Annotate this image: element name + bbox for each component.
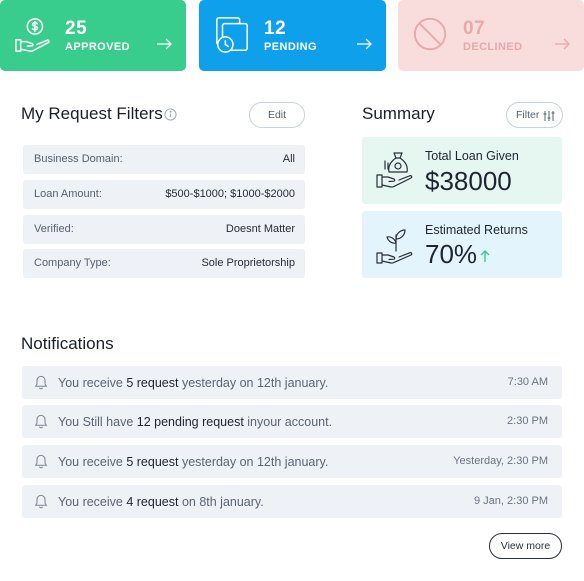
filter-button[interactable]: Filter [506,102,563,128]
notification-time: 2:30 PM [507,415,548,427]
view-more-button[interactable]: View more [489,533,562,559]
edit-button[interactable]: Edit [249,102,305,128]
total-loan-value: $38000 [425,166,512,196]
bell-icon [34,494,48,509]
filter-key: Business Domain: [34,153,123,165]
estimated-returns-card: Estimated Returns 70% [362,211,562,278]
ban-icon [413,17,447,51]
bell-icon [34,454,48,469]
declined-count: 07 [463,18,486,39]
notification-text: You receive 4 request on 8th january. [58,495,264,509]
filter-key: Company Type: [34,257,111,269]
sliders-icon [543,111,555,121]
filter-value: Doesnt Matter [225,223,295,235]
hand-money-icon [15,18,50,52]
filter-value: Sole Proprietorship [201,257,295,269]
plant-hand-icon [376,229,413,264]
filter-row: Company Type: Sole Proprietorship [23,249,305,278]
pending-card[interactable]: 12 PENDING [199,0,386,71]
approved-count: 25 [65,18,88,39]
pending-label: PENDING [264,41,317,53]
notification-text: You receive 5 request yesterday on 12th … [58,455,329,469]
money-bag-hand-icon [376,152,413,188]
total-loan-label: Total Loan Given [425,149,519,163]
estimated-returns-label: Estimated Returns [425,223,528,237]
filter-key: Loan Amount: [34,188,102,200]
notification-item[interactable]: You receive 5 request yesterday on 12th … [22,445,562,478]
notification-item[interactable]: You receive 4 request on 8th january. 9 … [22,485,562,518]
approved-label: APPROVED [65,41,130,53]
notification-time: 9 Jan, 2:30 PM [474,495,548,507]
notification-text: You Still have 12 pending request inyour… [58,415,333,429]
notification-item[interactable]: You Still have 12 pending request inyour… [22,405,562,438]
notification-item[interactable]: You receive 5 request yesterday on 12th … [22,366,562,399]
bell-icon [34,414,48,429]
estimated-returns-value: 70% [425,239,478,269]
total-loan-card: Total Loan Given $38000 [362,137,562,204]
bell-icon [34,375,48,390]
declined-card[interactable]: 07 DECLINED [398,0,584,71]
notification-text: You receive 5 request yesterday on 12th … [58,376,329,390]
summary-title: Summary [362,104,435,123]
filter-value: All [282,153,295,165]
arrow-right-icon[interactable] [554,38,570,50]
filter-value: $500-$1000; $1000-$2000 [165,188,295,200]
arrow-right-icon[interactable] [356,38,372,50]
info-icon[interactable] [164,108,177,121]
notifications-title: Notifications [21,334,114,353]
arrow-right-icon[interactable] [156,38,172,50]
filter-row: Business Domain: All [23,145,305,174]
arrow-up-icon [480,250,490,262]
filter-row: Verified: Doesnt Matter [23,215,305,244]
approved-card[interactable]: 25 APPROVED [0,0,186,71]
filter-key: Verified: [34,223,74,235]
filters-title: My Request Filters [21,104,163,123]
pending-count: 12 [264,18,287,39]
notification-time: Yesterday, 2:30 PM [453,455,548,467]
filter-row: Loan Amount: $500-$1000; $1000-$2000 [23,180,305,209]
filter-button-label: Filter [516,109,540,121]
notification-time: 7:30 AM [507,376,548,388]
declined-label: DECLINED [463,41,523,53]
pending-clock-icon [216,17,248,53]
